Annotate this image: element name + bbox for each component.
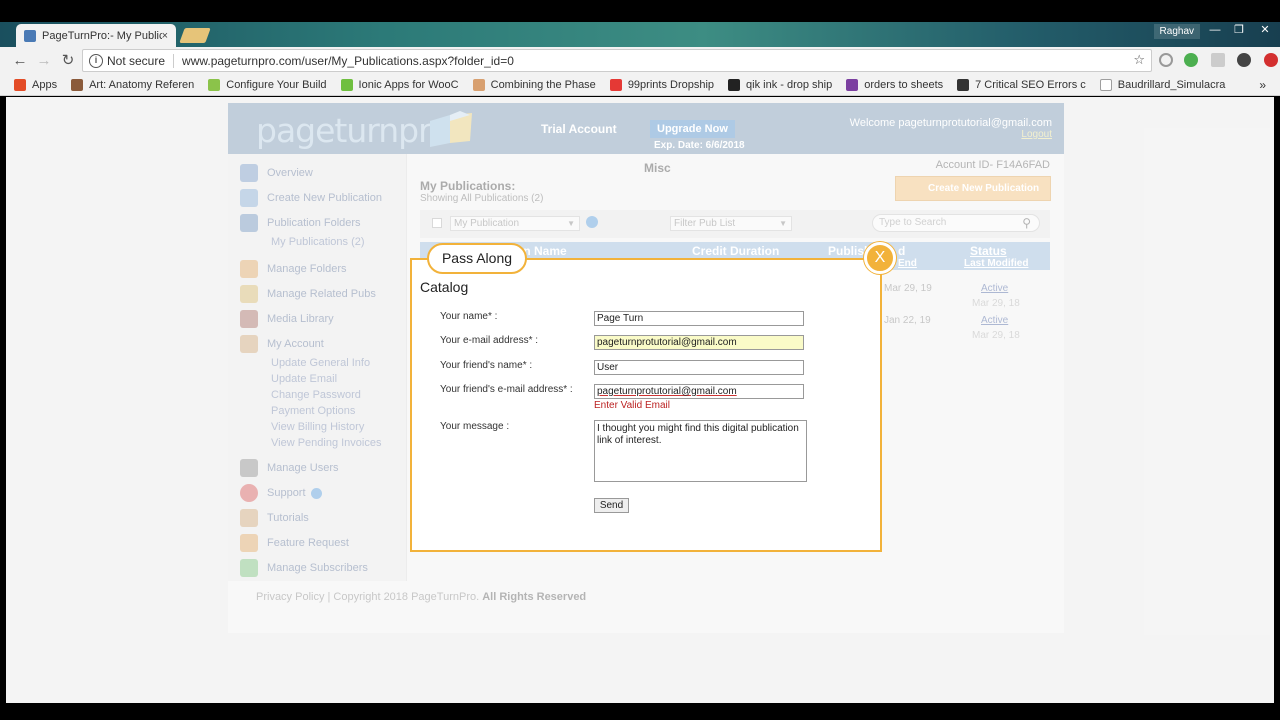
message-label: Your message : [440, 421, 510, 432]
android-icon [208, 78, 221, 91]
person-icon [472, 78, 485, 91]
bookmarks-more-icon[interactable]: » [1259, 78, 1266, 92]
bookmark-item[interactable]: 99prints Dropship [609, 78, 715, 91]
bookmark-label: Apps [32, 78, 58, 91]
chart-icon [957, 78, 970, 91]
minimize-icon[interactable]: — [1202, 22, 1228, 40]
bookmarks-bar: Apps Art: Anatomy Referen Configure Your… [0, 74, 1280, 96]
name-field[interactable]: Page Turn [594, 311, 804, 326]
info-icon[interactable]: i [89, 53, 103, 68]
web-page: pageturnpro Trial Account Upgrade Now Ex… [6, 97, 1274, 703]
dialog-title: Catalog [420, 279, 469, 295]
bookmark-label: Combining the Phase [490, 78, 596, 91]
bookmark-label: Configure Your Build [226, 78, 327, 91]
apps-icon [14, 78, 26, 91]
figure-icon [71, 78, 84, 91]
bookmark-item[interactable]: Configure Your Build [208, 78, 327, 91]
bookmark-item[interactable]: Baudrillard_Simulacra [1099, 78, 1226, 91]
browser-tab-active[interactable]: PageTurnPro:- My Public × [16, 24, 176, 47]
bookmark-label: qik ink - drop ship [746, 78, 833, 91]
send-button[interactable]: Send [594, 498, 629, 513]
bookmark-item[interactable]: Ionic Apps for WooC [340, 78, 459, 91]
bookmark-label: orders to sheets [864, 78, 944, 91]
security-label[interactable]: Not secure [107, 53, 175, 68]
gift-icon [609, 78, 622, 91]
green-extension-icon[interactable] [1184, 53, 1198, 67]
red-extension-icon[interactable] [1264, 53, 1278, 67]
qik-icon [728, 78, 741, 91]
pageturnpro-favicon-icon [24, 29, 36, 42]
validation-error: Enter Valid Email [594, 400, 670, 411]
browser-tabbar: PageTurnPro:- My Public × Raghav — ❐ ✕ [0, 22, 1280, 47]
friend-email-label: Your friend's e-mail address* : [440, 384, 573, 395]
woo-icon [846, 78, 859, 91]
email-label: Your e-mail address* : [440, 335, 539, 346]
bookmark-item[interactable]: orders to sheets [846, 78, 944, 91]
bookmark-label: Ionic Apps for WooC [358, 78, 459, 91]
profile-name[interactable]: Raghav [1153, 24, 1200, 39]
bookmark-label: Baudrillard_Simulacra [1117, 78, 1226, 91]
forward-arrow-icon[interactable]: → [34, 51, 54, 71]
bookmark-label: Art: Anatomy Referen [89, 78, 195, 91]
friend-email-field[interactable]: pageturnprotutorial@gmail.com [594, 384, 804, 399]
message-textarea[interactable]: I thought you might find this digital pu… [594, 420, 807, 482]
url-text[interactable]: www.pageturnpro.com/user/My_Publications… [182, 54, 514, 68]
bookmark-label: 7 Critical SEO Errors c [975, 78, 1086, 91]
sync-extension-icon[interactable] [1159, 53, 1173, 67]
doc-icon [1099, 78, 1112, 91]
k-extension-icon[interactable] [1237, 53, 1251, 67]
dialog-close-button[interactable]: X [864, 242, 896, 274]
new-tab-button[interactable] [179, 28, 211, 43]
email-field[interactable]: pageturnprotutorial@gmail.com [594, 335, 804, 350]
dialog-tab-label: Pass Along [427, 243, 527, 274]
name-label: Your name* : [440, 311, 498, 322]
friend-name-field[interactable]: User [594, 360, 804, 375]
reload-icon[interactable]: ↻ [58, 51, 78, 71]
back-arrow-icon[interactable]: ← [10, 51, 30, 71]
tab-close-icon[interactable]: × [162, 30, 168, 42]
bookmark-item[interactable]: Apps [14, 78, 58, 91]
bookmark-star-icon[interactable]: ☆ [1133, 52, 1145, 68]
browser-toolbar: ← → ↻ i Not secure www.pageturnpro.com/u… [0, 47, 1280, 74]
bookmark-item[interactable]: Art: Anatomy Referen [71, 78, 195, 91]
bookmark-item[interactable]: 7 Critical SEO Errors c [957, 78, 1086, 91]
restore-icon[interactable]: ❐ [1226, 22, 1252, 40]
address-bar[interactable]: i Not secure www.pageturnpro.com/user/My… [82, 49, 1152, 72]
cast-extension-icon[interactable] [1211, 53, 1225, 67]
tab-title: PageTurnPro:- My Public [42, 29, 162, 42]
friend-name-label: Your friend's name* : [440, 360, 533, 371]
pass-along-dialog: Pass Along X Catalog Your name* : Page T… [410, 242, 896, 552]
window-close-icon[interactable]: ✕ [1252, 22, 1278, 40]
bookmark-item[interactable]: qik ink - drop ship [728, 78, 833, 91]
ionic-icon [340, 78, 353, 91]
bookmark-item[interactable]: Combining the Phase [472, 78, 596, 91]
bookmark-label: 99prints Dropship [627, 78, 715, 91]
screen-bottom-bar [0, 703, 1280, 720]
